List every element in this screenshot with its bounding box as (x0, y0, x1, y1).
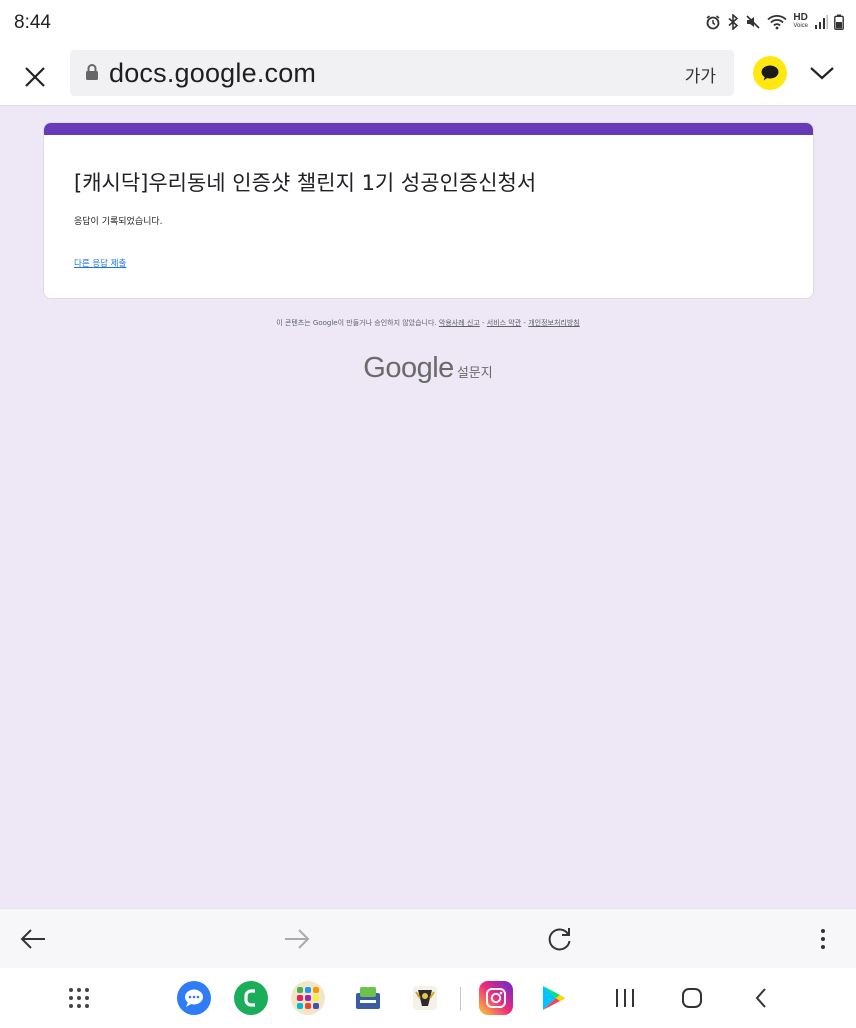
browser-toolbar (0, 908, 856, 968)
form-title: [캐시닥]우리동네 인증샷 챌린지 1기 성공인증신청서 (74, 171, 537, 195)
back-nav-icon (755, 988, 766, 1008)
close-icon (25, 67, 45, 87)
forward-arrow-icon (285, 929, 310, 949)
back-nav-button[interactable] (744, 981, 778, 1015)
back-arrow-icon (20, 929, 45, 949)
forms-wordmark: 설문지 (456, 366, 493, 381)
disclaimer-text: 이 콘텐츠는 Google이 만들거나 승인하지 않았습니다. (276, 319, 437, 327)
messages-app-icon[interactable] (177, 981, 211, 1015)
url-field[interactable]: docs.google.com 가가 (70, 50, 734, 96)
reload-button[interactable] (544, 923, 576, 955)
text-size-button[interactable]: 가가 (685, 62, 716, 87)
google-forms-logo[interactable]: Google 설문지 (0, 352, 856, 385)
alarm-icon (705, 14, 721, 30)
signal-icon (814, 14, 828, 30)
wifi-icon (767, 14, 787, 30)
status-icons: HD Voice (705, 13, 844, 30)
play-store-app-icon[interactable] (536, 981, 570, 1015)
kakao-share-button[interactable] (753, 56, 787, 90)
form-confirmation-card: [캐시닥]우리동네 인증샷 챌린지 1기 성공인증신청서 응답이 기록되었습니다… (43, 122, 814, 299)
apps-grid-icon (69, 988, 89, 1008)
calculator-app-icon[interactable] (351, 981, 385, 1015)
app-drawer-button[interactable] (62, 981, 96, 1015)
back-button[interactable] (17, 923, 49, 955)
recents-button[interactable] (608, 981, 642, 1015)
expand-toolbar-button[interactable] (806, 58, 838, 88)
phone-app-icon[interactable] (234, 981, 268, 1015)
instagram-app-icon[interactable] (479, 981, 513, 1015)
submit-another-response-link[interactable]: 다른 응답 제출 (74, 257, 126, 269)
dock-divider (460, 987, 461, 1011)
card-accent-bar (44, 123, 813, 135)
voice-label: Voice (793, 23, 808, 29)
game-app-icon[interactable] (408, 981, 442, 1015)
mute-icon (745, 14, 761, 30)
home-icon (682, 988, 702, 1008)
terms-link[interactable]: 서비스 약관 (487, 319, 521, 327)
report-abuse-link[interactable]: 악용사례 신고 (439, 319, 480, 327)
confirmation-message: 응답이 기록되었습니다. (74, 217, 163, 227)
google-wordmark: Google (363, 352, 454, 384)
battery-icon (834, 14, 844, 30)
lock-icon (85, 63, 99, 85)
status-time: 8:44 (14, 12, 51, 33)
home-button[interactable] (675, 981, 709, 1015)
chevron-down-icon (810, 67, 834, 80)
separator: - (479, 319, 487, 327)
chat-bubble-icon (761, 65, 779, 81)
browser-address-bar: docs.google.com 가가 (0, 48, 856, 106)
bluetooth-icon (727, 14, 739, 30)
more-options-button[interactable] (807, 923, 839, 955)
hd-voice-icon: HD Voice (793, 13, 808, 30)
close-tab-button[interactable] (18, 60, 52, 94)
footer-disclaimer: 이 콘텐츠는 Google이 만들거나 승인하지 않았습니다. 악용사례 신고 … (0, 318, 856, 328)
reload-icon (548, 928, 571, 951)
status-bar: 8:44 HD Voice (0, 0, 856, 48)
recents-icon (616, 989, 634, 1007)
app-folder-icon[interactable] (291, 981, 325, 1015)
privacy-link[interactable]: 개인정보처리방침 (528, 319, 580, 327)
url-text: docs.google.com (109, 58, 317, 88)
forward-button[interactable] (281, 923, 313, 955)
taskbar (0, 968, 856, 1028)
more-vert-icon (821, 929, 825, 949)
